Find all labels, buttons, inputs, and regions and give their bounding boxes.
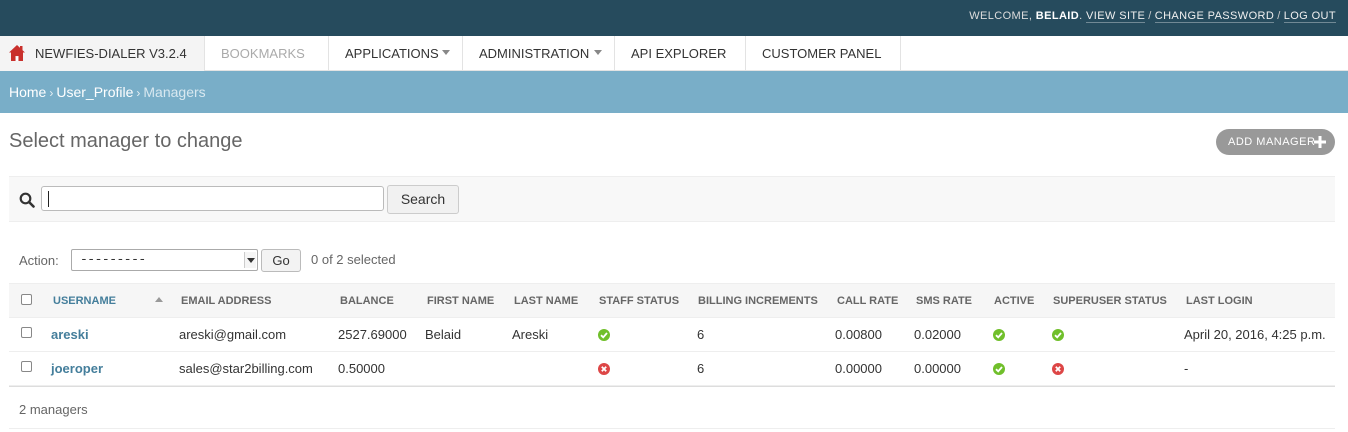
go-button[interactable]: Go	[261, 249, 301, 272]
cell-balance: 2527.69000	[338, 327, 407, 342]
site-header: WELCOME, BELAID. VIEW SITE / CHANGE PASSWO…	[0, 0, 1348, 36]
main-nav: NEWFIES-DIALER V3.2.4 BOOKMARKS APPLICAT…	[0, 36, 1348, 71]
nav-item-bookmarks[interactable]: BOOKMARKS	[205, 36, 329, 71]
chevron-down-icon	[442, 50, 450, 55]
cell-email: sales@star2billing.com	[179, 361, 313, 376]
row-checkbox[interactable]	[21, 327, 32, 338]
brand-label: NEWFIES-DIALER V3.2.4	[35, 46, 187, 61]
breadcrumb: Home › User_Profile › Managers	[0, 71, 1348, 113]
cell-last-login: April 20, 2016, 4:25 p.m.	[1184, 327, 1326, 342]
nav-label: CUSTOMER PANEL	[762, 46, 882, 61]
username-link[interactable]: joeroper	[51, 361, 103, 376]
selection-counter: 0 of 2 selected	[311, 252, 396, 267]
chevron-down-icon	[244, 252, 256, 268]
text-cursor	[48, 191, 49, 207]
home-icon	[9, 45, 25, 61]
column-header-first-name[interactable]: FIRST NAME	[427, 295, 494, 307]
cell-balance: 0.50000	[338, 361, 385, 376]
cell-sms-rate: 0.02000	[914, 327, 961, 342]
cell-billing-increments: 6	[697, 327, 705, 342]
breadcrumb-current: Managers	[143, 84, 206, 100]
welcome-text: WELCOME,	[969, 10, 1033, 22]
column-header-username[interactable]: USERNAME	[53, 295, 116, 307]
yes-icon	[993, 329, 1005, 341]
user-tools-separator: /	[1277, 10, 1281, 22]
chevron-down-icon	[594, 50, 602, 55]
nav-brand[interactable]: NEWFIES-DIALER V3.2.4	[0, 36, 205, 71]
plus-icon	[1314, 136, 1326, 148]
column-header-email[interactable]: EMAIL ADDRESS	[181, 295, 271, 307]
nav-label: ADMINISTRATION	[479, 46, 590, 61]
cell-sms-rate: 0.00000	[914, 361, 961, 376]
breadcrumb-separator: ›	[136, 86, 141, 100]
username-link[interactable]: areski	[51, 327, 89, 342]
yes-icon	[1052, 329, 1064, 341]
breadcrumb-user-profile[interactable]: User_Profile	[56, 84, 133, 100]
cell-call-rate: 0.00800	[835, 327, 882, 342]
no-icon	[1052, 363, 1064, 375]
sort-ascending-icon[interactable]	[155, 297, 163, 302]
nav-item-api-explorer[interactable]: API EXPLORER	[615, 36, 746, 71]
search-toolbar: Search	[9, 176, 1335, 222]
add-manager-button[interactable]: ADD MANAGER	[1216, 129, 1335, 155]
column-header-superuser-status[interactable]: SUPERUSER STATUS	[1053, 295, 1167, 307]
nav-label: BOOKMARKS	[221, 46, 305, 61]
action-label: Action:	[19, 253, 59, 268]
paginator-count: 2 managers	[19, 402, 88, 417]
view-site-link[interactable]: VIEW SITE	[1086, 10, 1146, 23]
select-all-checkbox[interactable]	[21, 294, 32, 305]
table-row: joeroper sales@star2billing.com 0.50000 …	[9, 352, 1335, 386]
column-header-staff-status[interactable]: STAFF STATUS	[599, 295, 679, 307]
column-header-active[interactable]: ACTIVE	[994, 295, 1034, 307]
yes-icon	[993, 363, 1005, 375]
nav-item-administration[interactable]: ADMINISTRATION	[463, 36, 615, 71]
cell-billing-increments: 6	[697, 361, 705, 376]
nav-item-applications[interactable]: APPLICATIONS	[329, 36, 463, 71]
column-header-last-name[interactable]: LAST NAME	[514, 295, 578, 307]
no-icon	[598, 363, 610, 375]
user-tools-separator: /	[1148, 10, 1152, 22]
cell-email: areski@gmail.com	[179, 327, 287, 342]
cell-first-name: Belaid	[425, 327, 462, 342]
current-username: BELAID	[1035, 10, 1080, 22]
action-select[interactable]: ---------	[71, 249, 258, 271]
nav-label: APPLICATIONS	[345, 46, 439, 61]
search-button[interactable]: Search	[387, 185, 459, 214]
row-checkbox[interactable]	[21, 361, 32, 372]
nav-label: API EXPLORER	[631, 46, 727, 61]
nav-item-customer-panel[interactable]: CUSTOMER PANEL	[746, 36, 901, 71]
column-header-call-rate[interactable]: CALL RATE	[837, 295, 898, 307]
search-input[interactable]	[41, 186, 384, 211]
cell-last-name: Areski	[512, 327, 549, 342]
breadcrumb-separator: ›	[49, 86, 54, 100]
cell-call-rate: 0.00000	[835, 361, 882, 376]
yes-icon	[598, 329, 610, 341]
column-header-last-login[interactable]: LAST LOGIN	[1186, 295, 1253, 307]
table-header: USERNAME EMAIL ADDRESS BALANCE FIRST NAM…	[9, 283, 1335, 318]
logout-link[interactable]: LOG OUT	[1283, 10, 1336, 23]
search-icon	[19, 192, 35, 208]
change-password-link[interactable]: CHANGE PASSWORD	[1154, 10, 1275, 23]
column-header-sms-rate[interactable]: SMS RATE	[916, 295, 972, 307]
table-row: areski areski@gmail.com 2527.69000 Belai…	[9, 318, 1335, 352]
divider	[9, 428, 1335, 429]
column-header-balance[interactable]: BALANCE	[340, 295, 394, 307]
breadcrumb-home[interactable]: Home	[9, 84, 46, 100]
column-header-billing-increments[interactable]: BILLING INCREMENTS	[698, 295, 818, 307]
user-tools: WELCOME, BELAID. VIEW SITE / CHANGE PASSWO…	[969, 10, 1336, 23]
cell-last-login: -	[1184, 361, 1189, 376]
page-title: Select manager to change	[9, 130, 243, 152]
table-bottom-border	[9, 386, 1335, 387]
add-manager-label: ADD MANAGER	[1228, 136, 1316, 148]
